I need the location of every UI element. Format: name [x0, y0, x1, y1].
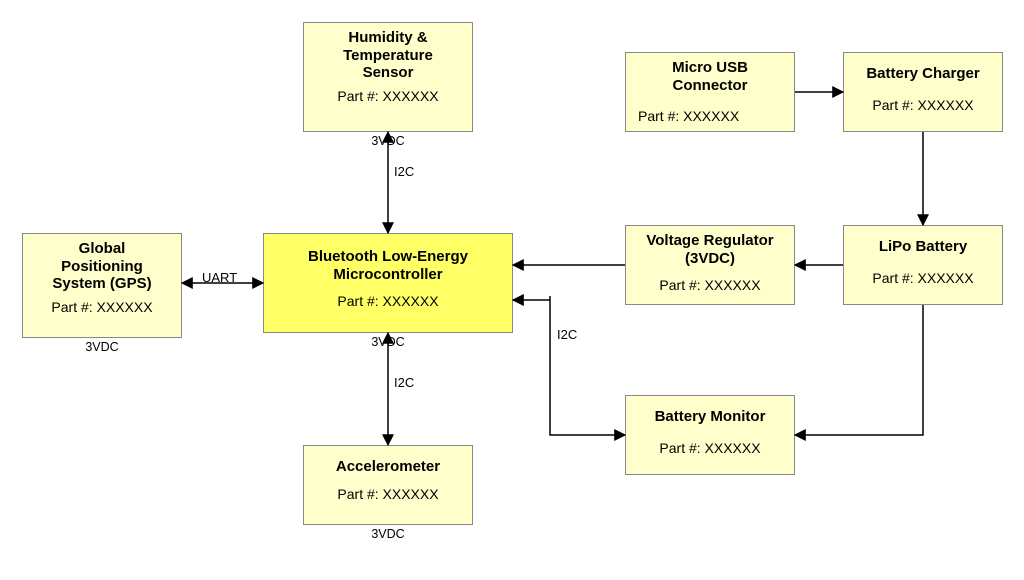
block-accelerometer: Accelerometer Part #: XXXXXX: [303, 445, 473, 525]
block-part: Part #: XXXXXX: [632, 108, 788, 125]
block-part: Part #: XXXXXX: [850, 270, 996, 287]
block-part: Part #: XXXXXX: [850, 97, 996, 114]
block-title: Battery Charger: [850, 65, 996, 83]
block-lipo-battery: LiPo Battery Part #: XXXXXX: [843, 225, 1003, 305]
block-gps: GlobalPositioningSystem (GPS) Part #: XX…: [22, 233, 182, 338]
voltage-label: 3VDC: [303, 134, 473, 148]
block-title: Accelerometer: [310, 458, 466, 476]
block-title: GlobalPositioningSystem (GPS): [29, 240, 175, 293]
block-title: Humidity &TemperatureSensor: [310, 29, 466, 82]
block-part: Part #: XXXXXX: [310, 486, 466, 503]
block-part: Part #: XXXXXX: [632, 277, 788, 294]
edge-label-i2c-top: I2C: [392, 164, 416, 179]
block-battery-charger: Battery Charger Part #: XXXXXX: [843, 52, 1003, 132]
voltage-label: 3VDC: [22, 340, 182, 354]
block-battery-monitor: Battery Monitor Part #: XXXXXX: [625, 395, 795, 475]
voltage-label: 3VDC: [303, 527, 473, 541]
block-humidity-temp-sensor: Humidity &TemperatureSensor Part #: XXXX…: [303, 22, 473, 132]
edge-label-i2c-bot: I2C: [392, 375, 416, 390]
block-title: LiPo Battery: [850, 238, 996, 256]
block-ble-mcu: Bluetooth Low-EnergyMicrocontroller Part…: [263, 233, 513, 333]
block-title: Battery Monitor: [632, 408, 788, 426]
edge-label-i2c-right: I2C: [555, 327, 579, 342]
block-title: Bluetooth Low-EnergyMicrocontroller: [270, 248, 506, 283]
block-title: Micro USBConnector: [632, 59, 788, 94]
voltage-label: 3VDC: [263, 335, 513, 349]
block-part: Part #: XXXXXX: [270, 293, 506, 310]
edge-label-uart: UART: [200, 270, 239, 285]
block-part: Part #: XXXXXX: [310, 88, 466, 105]
block-part: Part #: XXXXXX: [29, 299, 175, 316]
block-part: Part #: XXXXXX: [632, 440, 788, 457]
block-usb-connector: Micro USBConnector Part #: XXXXXX: [625, 52, 795, 132]
block-title: Voltage Regulator(3VDC): [632, 232, 788, 267]
block-voltage-regulator: Voltage Regulator(3VDC) Part #: XXXXXX: [625, 225, 795, 305]
